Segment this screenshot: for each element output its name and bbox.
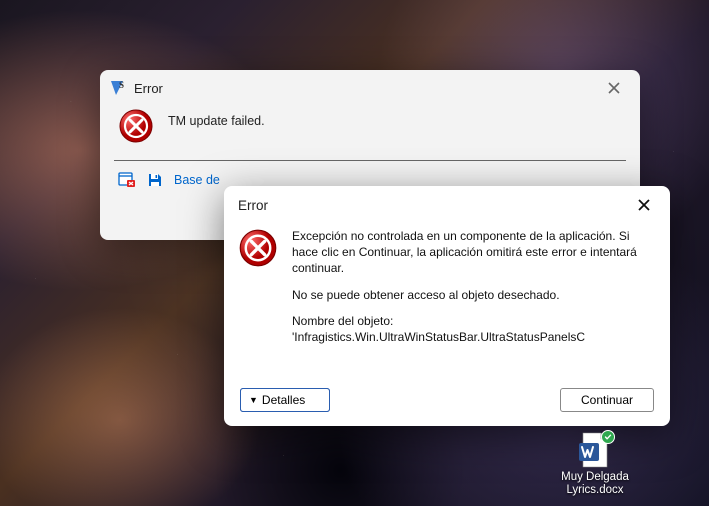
file-label: Muy Delgada Lyrics.docx	[561, 471, 629, 497]
error-icon	[238, 228, 278, 378]
app-s-icon: S	[110, 80, 126, 96]
svg-text:S: S	[119, 80, 124, 90]
save-icon[interactable]	[146, 171, 164, 189]
dialog1-message: TM update failed.	[168, 108, 265, 128]
error-icon	[118, 108, 154, 144]
continue-button[interactable]: Continuar	[560, 388, 654, 412]
dialog1-title: Error	[134, 81, 163, 96]
database-link[interactable]: Base de	[174, 173, 220, 187]
details-button[interactable]: ▼ Detalles	[240, 388, 330, 412]
exception-object: Nombre del objeto: 'Infragistics.Win.Ult…	[292, 313, 652, 345]
exception-summary: Excepción no controlada en un componente…	[292, 228, 652, 277]
sync-check-icon	[601, 430, 615, 444]
error-dialog-unhandled-exception: Error Excepción no controlada en un comp…	[224, 186, 670, 426]
desktop-file-docx[interactable]: Muy Delgada Lyrics.docx	[552, 431, 638, 497]
close-icon[interactable]	[594, 73, 634, 103]
dialog2-titlebar[interactable]: Error	[224, 186, 670, 224]
exception-detail: No se puede obtener acceso al objeto des…	[292, 287, 652, 303]
dialog2-body-text: Excepción no controlada en un componente…	[292, 228, 652, 378]
word-document-icon	[577, 431, 613, 469]
dialog1-titlebar[interactable]: S Error	[100, 70, 640, 106]
dialog2-title: Error	[238, 198, 268, 213]
tm-file-error-icon[interactable]	[118, 171, 136, 189]
chevron-down-icon: ▼	[249, 396, 258, 405]
close-icon[interactable]	[624, 190, 664, 220]
desktop-wallpaper: S Error TM update failed.	[0, 0, 709, 506]
